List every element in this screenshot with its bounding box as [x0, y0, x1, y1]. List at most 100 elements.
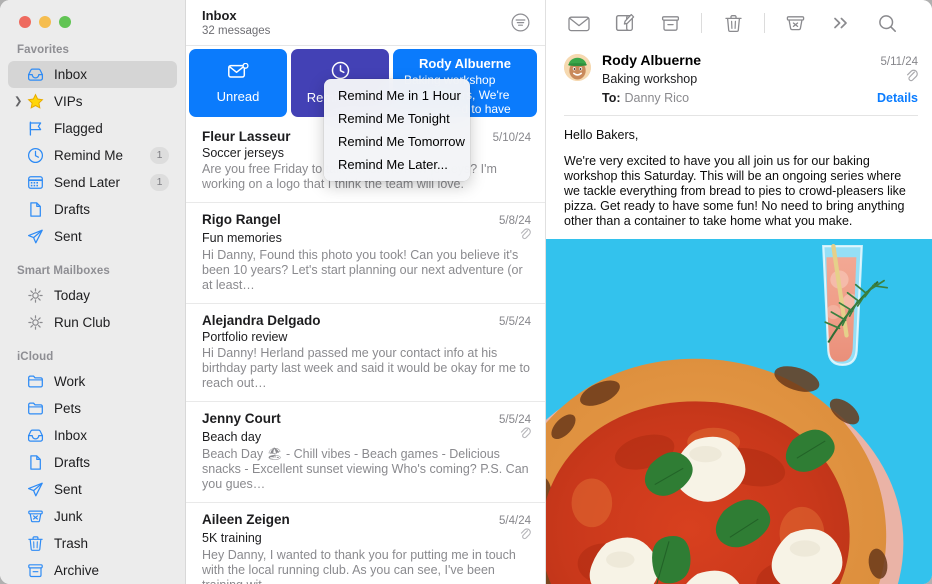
sidebar-item-label: Sent [54, 229, 82, 244]
document-icon [27, 454, 48, 471]
sidebar-item-label: Archive [54, 563, 100, 578]
sidebar-item-label: Inbox [54, 428, 88, 443]
sidebar-item-remind-me[interactable]: Remind Me 1 [8, 142, 177, 169]
swipe-unread-button[interactable]: Unread [189, 49, 287, 117]
message-from: Rody Albuerne [602, 52, 702, 68]
table-row[interactable]: Rigo Rangel 5/8/24 Fun memories Hi Danny, F… [186, 203, 545, 304]
inbox-icon [27, 66, 48, 83]
chevron-right-icon[interactable]: ❯ [14, 96, 27, 107]
sidebar-item-vips[interactable]: ❯ VIPs [8, 88, 177, 115]
sidebar-item-flagged[interactable]: Flagged [8, 115, 177, 142]
junk-icon[interactable] [781, 10, 811, 36]
unread-badge: 1 [150, 147, 169, 164]
message-list-scrollbar[interactable] [542, 46, 545, 584]
message-list-pane: Inbox 32 messages Unread Rody Albuerne w… [186, 0, 546, 584]
sidebar-item-junk[interactable]: Junk [8, 503, 177, 530]
sidebar-item-trash[interactable]: Trash [8, 530, 177, 557]
message-count: 32 messages [202, 24, 271, 37]
document-icon [27, 201, 48, 218]
message-sender: Fleur Lasseur [202, 129, 291, 144]
sidebar-item-inbox[interactable]: Inbox [8, 422, 177, 449]
toolbar-divider-1 [701, 13, 703, 33]
message-date: 5/11/24 [880, 56, 918, 68]
sidebar-item-label: Drafts [54, 202, 91, 217]
avatar [564, 54, 591, 81]
to-label: To: [602, 91, 621, 105]
sidebar-item-label: Flagged [54, 121, 103, 136]
paperclip-icon[interactable] [519, 426, 531, 445]
archive-icon[interactable] [656, 10, 686, 36]
sidebar-item-label: Drafts [54, 455, 91, 470]
message-list-header: Inbox 32 messages [186, 0, 545, 46]
reading-pane: Rody Albuerne 5/11/24 Baking workshop To… [546, 0, 932, 584]
message-preview: Hi Danny, Found this photo you took! Can… [202, 248, 523, 292]
sidebar-item-sent[interactable]: Sent [8, 223, 177, 250]
paperclip-icon[interactable] [905, 68, 918, 88]
table-row[interactable]: Alejandra Delgado 5/5/24 Portfolio review H… [186, 304, 545, 402]
minimize-button[interactable] [39, 16, 51, 28]
paper-plane-icon [27, 481, 48, 498]
traffic-lights [0, 0, 185, 42]
message-date: 5/5/24 [499, 414, 531, 426]
sidebar-item-label: VIPs [54, 94, 83, 109]
sidebar-item-label: Today [54, 288, 91, 303]
mailbox-title: Inbox [202, 7, 237, 23]
search-icon[interactable] [872, 10, 902, 36]
star-icon [27, 93, 48, 110]
sidebar-item-inbox[interactable]: Inbox [8, 61, 177, 88]
flag-icon [27, 120, 48, 137]
close-button[interactable] [19, 16, 31, 28]
mark-unread-icon[interactable] [564, 10, 594, 36]
sidebar-item-drafts[interactable]: Drafts [8, 196, 177, 223]
message-subject: 5K training [202, 530, 262, 545]
sidebar-item-label: Junk [54, 509, 83, 524]
sidebar-item-archive[interactable]: Archive [8, 557, 177, 584]
paperclip-icon[interactable] [519, 227, 531, 246]
unread-badge: 1 [150, 174, 169, 191]
sidebar-item-today[interactable]: Today [8, 282, 177, 309]
junk-icon [27, 508, 48, 525]
sidebar-item-label: Pets [54, 401, 82, 416]
more-chevrons-icon[interactable] [827, 10, 857, 36]
filter-icon[interactable] [509, 12, 531, 34]
message-subject: Fun memories [202, 230, 282, 245]
margherita-pizza-photo[interactable] [546, 239, 932, 584]
compose-icon[interactable] [610, 10, 640, 36]
menu-item[interactable]: Remind Me Tonight [324, 107, 470, 130]
swipe-unread-label: Unread [216, 88, 260, 104]
message-sender: Alejandra Delgado [202, 313, 321, 328]
sidebar-item-label: Inbox [54, 67, 88, 82]
message-date: 5/5/24 [499, 316, 531, 328]
remind-me-context-menu[interactable]: Remind Me in 1 Hour Remind Me Tonight Remi… [324, 79, 470, 181]
mail-window: Favorites Inbox ❯ VIPs Flagged Remind Me 1 Send… [0, 0, 932, 584]
sidebar-section-header: iCloud [17, 351, 54, 363]
reading-toolbar [546, 0, 932, 46]
sidebar-item-run-club[interactable]: Run Club [8, 309, 177, 336]
sidebar-item-drafts[interactable]: Drafts [8, 449, 177, 476]
calendar-icon [27, 174, 48, 191]
sidebar-item-work[interactable]: Work [8, 368, 177, 395]
menu-item[interactable]: Remind Me Tomorrow [324, 130, 470, 153]
message-subject: Portfolio review [202, 330, 288, 344]
paperclip-icon[interactable] [519, 527, 531, 546]
menu-item[interactable]: Remind Me in 1 Hour [324, 84, 470, 107]
selected-message-from: Rody Albuerne [419, 56, 511, 71]
sidebar-item-send-later[interactable]: Send Later 1 [8, 169, 177, 196]
menu-item[interactable]: Remind Me Later... [324, 153, 470, 176]
sidebar-item-label: Send Later [54, 175, 121, 190]
zoom-button[interactable] [59, 16, 71, 28]
message-preview: Beach Day 🏖 - Chill vibes - Beach games … [202, 447, 529, 491]
message-body-paragraph: Hello Bakers, [564, 128, 639, 142]
table-row[interactable]: Aileen Zeigen 5/4/24 5K training Hey Danny,… [186, 503, 545, 584]
table-row[interactable]: Jenny Court 5/5/24 Beach day Beach Day 🏖 - … [186, 402, 545, 503]
trash-icon[interactable] [718, 10, 748, 36]
sidebar-item-pets[interactable]: Pets [8, 395, 177, 422]
gear-icon [27, 287, 48, 304]
message-body: Hello Bakers, We're very excited to have… [546, 116, 932, 239]
message-recipients: To: Danny Rico [602, 91, 689, 105]
details-link[interactable]: Details [877, 91, 918, 105]
sidebar-item-sent[interactable]: Sent [8, 476, 177, 503]
folder-icon [27, 400, 48, 417]
